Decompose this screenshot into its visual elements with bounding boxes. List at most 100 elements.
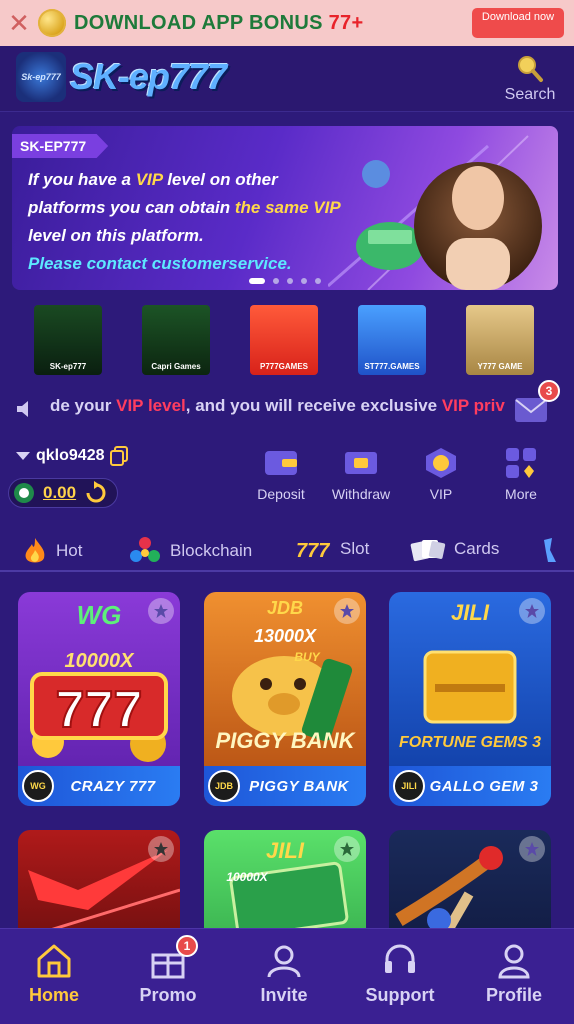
- blockchain-icon: [130, 537, 160, 562]
- logo-text: SK-ep777: [70, 56, 227, 97]
- star-icon: [340, 604, 354, 618]
- marquee-highlight: VIP priv: [441, 396, 505, 415]
- username-row[interactable]: qklo9428: [16, 446, 129, 466]
- carousel-dot[interactable]: [315, 278, 321, 284]
- nav-support[interactable]: Support: [350, 943, 450, 1006]
- carousel-dot[interactable]: [301, 278, 307, 284]
- provider-tile[interactable]: ST777.GAMES: [358, 305, 426, 375]
- nav-invite[interactable]: Invite: [234, 943, 334, 1006]
- wallet-icon: [265, 451, 297, 475]
- provider-name: Y777 GAME: [477, 362, 523, 371]
- hero-illustration: [328, 135, 542, 290]
- withdraw-button[interactable]: Withdraw: [326, 446, 396, 502]
- more-button[interactable]: More: [486, 446, 556, 502]
- mail-button[interactable]: 3: [514, 380, 560, 424]
- buy-badge: BUY: [294, 650, 320, 664]
- download-bonus-text: DOWNLOAD APP BONUS 77+: [74, 12, 363, 35]
- announcement-text: de your VIP level, and you will receive …: [50, 396, 510, 416]
- provider-badge: WG: [22, 770, 54, 802]
- provider-badge: JDB: [208, 770, 240, 802]
- speaker-icon: [17, 401, 28, 417]
- vip-button[interactable]: VIP: [406, 446, 476, 502]
- carousel-dot[interactable]: [249, 278, 265, 284]
- provider-tile[interactable]: SK-ep777: [34, 305, 102, 375]
- game-card-gallo-gem-3[interactable]: JILI FORTUNE GEMS 3 GALLO GEM 3 JILI: [389, 592, 551, 806]
- close-icon[interactable]: ✕: [0, 0, 38, 46]
- tab-label: Slot: [340, 539, 370, 558]
- tab-hot[interactable]: Hot: [22, 536, 82, 566]
- game-art-title: FORTUNE GEMS 3: [399, 734, 541, 751]
- provider-row: SK-ep777 Capri Games P777GAMES ST777.GAM…: [34, 305, 534, 375]
- download-now-button[interactable]: Download now: [472, 8, 564, 38]
- hero-line-1: If you have a VIP level on other: [28, 166, 341, 194]
- favorite-button[interactable]: [334, 836, 360, 862]
- provider-tile[interactable]: Y777 GAME: [466, 305, 534, 375]
- user-panel: qklo9428 0.00 Deposit Withdraw VIP More: [0, 444, 574, 514]
- hero-tag: SK-EP777: [12, 134, 109, 158]
- category-tabs: Hot Blockchain 777 Slot Cards: [0, 530, 574, 572]
- nav-label: Support: [365, 985, 435, 1005]
- hero-line-3: level on this platform.: [28, 226, 204, 245]
- game-art-multiplier: 10000X: [64, 650, 134, 672]
- hero-text: If you have a VIP level on other platfor…: [28, 166, 341, 278]
- copy-icon[interactable]: [110, 446, 129, 466]
- provider-tile[interactable]: P777GAMES: [250, 305, 318, 375]
- hero-line-4: Please contact customerservice.: [28, 254, 292, 273]
- provider-name: Capri Games: [151, 362, 201, 371]
- game-art-multiplier: 13000X: [253, 626, 317, 646]
- tab-slot[interactable]: 777 Slot: [296, 536, 369, 562]
- favorite-button[interactable]: [148, 836, 174, 862]
- favorite-button[interactable]: [334, 598, 360, 624]
- svg-text:777: 777: [296, 540, 330, 562]
- balance-pill: 0.00: [8, 478, 118, 508]
- nav-profile[interactable]: Profile: [464, 943, 564, 1006]
- provider-name: P777GAMES: [259, 362, 309, 371]
- deposit-button[interactable]: Deposit: [246, 446, 316, 502]
- svg-text:777: 777: [56, 681, 143, 739]
- game-title: GALLO GEM 3: [429, 777, 539, 795]
- game-art-title: PIGGY BANK: [215, 728, 355, 753]
- game-card-crazy-777[interactable]: 777 WG 10000X CRAZY 777 WG: [18, 592, 180, 806]
- nav-label: Profile: [485, 985, 542, 1005]
- withdraw-label: Withdraw: [331, 486, 391, 502]
- hero-line-1-post: level on other: [162, 170, 278, 189]
- deposit-label: Deposit: [257, 486, 305, 502]
- site-logo[interactable]: Sk-ep777 SK-ep777: [16, 52, 227, 102]
- withdraw-icon: [345, 452, 377, 474]
- marquee-part: de your: [50, 396, 117, 415]
- hero-line-2: platforms you can obtain the same VIP: [28, 194, 341, 222]
- download-app-banner: ✕ DOWNLOAD APP BONUS 77+ Download now: [0, 0, 574, 46]
- favorite-button[interactable]: [519, 836, 545, 862]
- star-icon: [340, 842, 354, 856]
- carousel-dot[interactable]: [287, 278, 293, 284]
- refresh-icon[interactable]: [84, 481, 108, 505]
- marquee-highlight: VIP level: [116, 396, 186, 415]
- profile-icon: [498, 944, 530, 979]
- nav-home[interactable]: Home: [4, 943, 104, 1006]
- headset-icon: [385, 944, 415, 973]
- invite-icon: [267, 945, 301, 978]
- search-button[interactable]: Search: [502, 54, 558, 104]
- tab-label: Hot: [56, 541, 83, 560]
- runner-icon: [544, 538, 556, 562]
- favorite-button[interactable]: [148, 598, 174, 624]
- hero-line-1-pre: If you have a: [28, 170, 136, 189]
- tab-more-category[interactable]: [540, 536, 560, 564]
- more-label: More: [505, 486, 537, 502]
- nav-label: Invite: [260, 985, 308, 1005]
- provider-tile[interactable]: Capri Games: [142, 305, 210, 375]
- carousel-dot[interactable]: [273, 278, 279, 284]
- provider-name: SK-ep777: [49, 362, 87, 371]
- promo-carousel[interactable]: SK-EP777 If you have a VIP level on othe…: [12, 126, 558, 290]
- nav-promo[interactable]: 1 Promo: [118, 935, 218, 1006]
- star-icon: [154, 604, 168, 618]
- tab-cards[interactable]: Cards: [408, 536, 499, 562]
- bonus-amount: 77+: [328, 11, 364, 34]
- game-card-piggy-bank[interactable]: JDB 13000X BUY PIGGY BANK PIGGY BANK JDB: [204, 592, 366, 806]
- promo-badge: 1: [176, 935, 198, 957]
- tab-blockchain[interactable]: Blockchain: [128, 536, 252, 566]
- cards-icon: [410, 540, 446, 562]
- favorite-button[interactable]: [519, 598, 545, 624]
- slot-777-icon: 777: [296, 540, 330, 562]
- game-title: CRAZY 777: [70, 777, 156, 795]
